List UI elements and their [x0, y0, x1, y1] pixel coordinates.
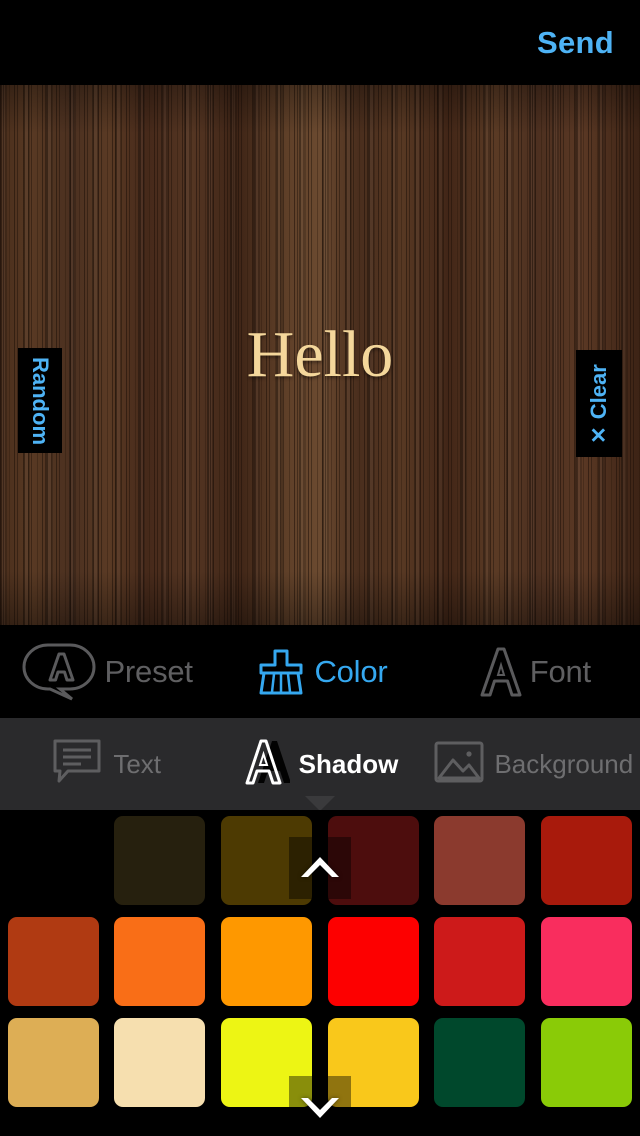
- color-swatch[interactable]: [434, 917, 526, 1006]
- brush-icon: [252, 643, 310, 701]
- swatch-cell: [0, 1012, 107, 1113]
- tab-preset-label: Preset: [104, 653, 193, 689]
- tab-background-label: Background: [494, 748, 634, 779]
- active-tab-pointer: [305, 796, 335, 811]
- primary-tab-bar: Preset Color Font: [0, 625, 640, 718]
- swatch-cell: [213, 911, 320, 1012]
- tab-preset[interactable]: Preset: [0, 625, 213, 718]
- swatch-cell: [0, 810, 107, 911]
- tab-shadow[interactable]: Shadow: [213, 718, 426, 811]
- tab-font-label: Font: [529, 653, 591, 689]
- tab-color[interactable]: Color: [213, 625, 426, 718]
- swatch-cell: [107, 911, 214, 1012]
- color-swatch[interactable]: [114, 1018, 206, 1107]
- swatch-cell: [107, 1012, 214, 1113]
- speech-bubble-a-icon: [20, 643, 100, 701]
- tab-background[interactable]: Background: [427, 718, 640, 810]
- close-icon: ✕: [587, 425, 611, 444]
- swatch-cell: [427, 1012, 534, 1113]
- scroll-down-button[interactable]: [289, 1076, 351, 1136]
- color-swatch[interactable]: [434, 816, 526, 905]
- chevron-up-icon: [297, 851, 343, 885]
- top-bar: Send: [0, 0, 640, 85]
- color-swatch[interactable]: [327, 917, 419, 1006]
- clear-button[interactable]: ✕ Clear: [576, 350, 622, 457]
- color-swatch[interactable]: [7, 917, 99, 1006]
- color-swatch[interactable]: [434, 1018, 526, 1107]
- tab-text-label: Text: [113, 748, 161, 779]
- canvas-preview[interactable]: Hello Random ✕ Clear: [0, 85, 640, 625]
- color-swatch-empty: [8, 816, 99, 905]
- scroll-up-button[interactable]: [289, 837, 351, 899]
- clear-button-label: Clear: [586, 363, 611, 419]
- swatch-cell: [0, 911, 107, 1012]
- color-swatch[interactable]: [541, 816, 633, 905]
- canvas-text[interactable]: Hello: [0, 85, 640, 625]
- swatch-cell: [427, 810, 534, 911]
- secondary-tab-bar: Text Shadow Background: [0, 718, 640, 811]
- random-button-label: Random: [28, 356, 53, 445]
- swatch-cell: [107, 810, 214, 911]
- swatch-row: [0, 911, 640, 1012]
- text-editor-screen: Send Hello Random ✕ Clear Preset Color F…: [0, 0, 640, 1136]
- swatch-cell: [320, 911, 427, 1012]
- speech-lines-icon: [52, 738, 104, 791]
- tab-text[interactable]: Text: [0, 718, 213, 810]
- color-swatch[interactable]: [114, 816, 206, 905]
- random-button[interactable]: Random: [18, 348, 62, 453]
- tab-shadow-label: Shadow: [298, 748, 399, 779]
- color-swatch-grid: [0, 810, 640, 1136]
- color-swatch[interactable]: [221, 917, 313, 1006]
- letter-a-shadow-icon: [242, 737, 291, 792]
- tab-font[interactable]: Font: [427, 625, 640, 718]
- tab-color-label: Color: [314, 653, 388, 689]
- letter-a-icon: [476, 643, 526, 701]
- swatch-cell: [533, 911, 640, 1012]
- color-swatch[interactable]: [541, 1018, 633, 1107]
- photo-icon: [433, 740, 485, 789]
- color-swatch[interactable]: [114, 917, 206, 1006]
- send-button[interactable]: Send: [537, 27, 614, 58]
- swatch-cell: [533, 810, 640, 911]
- color-swatch[interactable]: [7, 1018, 99, 1107]
- color-swatch[interactable]: [541, 917, 633, 1006]
- chevron-down-icon: [297, 1090, 343, 1124]
- swatch-cell: [427, 911, 534, 1012]
- swatch-cell: [533, 1012, 640, 1113]
